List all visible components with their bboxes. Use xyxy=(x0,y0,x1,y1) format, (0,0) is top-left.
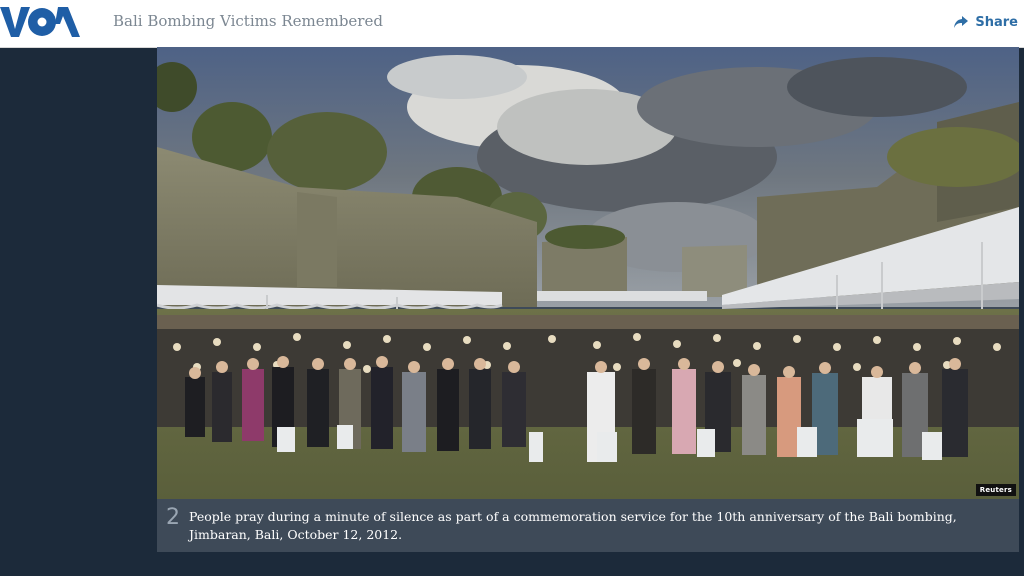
caption-area: 2 People pray during a minute of silence… xyxy=(157,499,1019,552)
gallery-photo[interactable]: Reuters xyxy=(157,47,1019,499)
photo-caption: People pray during a minute of silence a… xyxy=(189,509,957,542)
top-bar: Bali Bombing Victims Remembered Share xyxy=(0,0,1024,48)
share-label: Share xyxy=(975,14,1018,30)
gallery-slide: Reuters 2 People pray during a minute of… xyxy=(157,47,1019,552)
share-button[interactable]: Share xyxy=(953,10,1018,34)
page-title: Bali Bombing Victims Remembered xyxy=(113,12,383,30)
commemoration-photo xyxy=(157,47,1019,499)
photo-credit: Reuters xyxy=(975,484,1016,496)
voa-logo[interactable] xyxy=(0,4,82,40)
voa-logo-icon xyxy=(0,7,80,37)
slide-number: 2 xyxy=(166,505,180,530)
share-arrow-icon xyxy=(954,16,969,28)
